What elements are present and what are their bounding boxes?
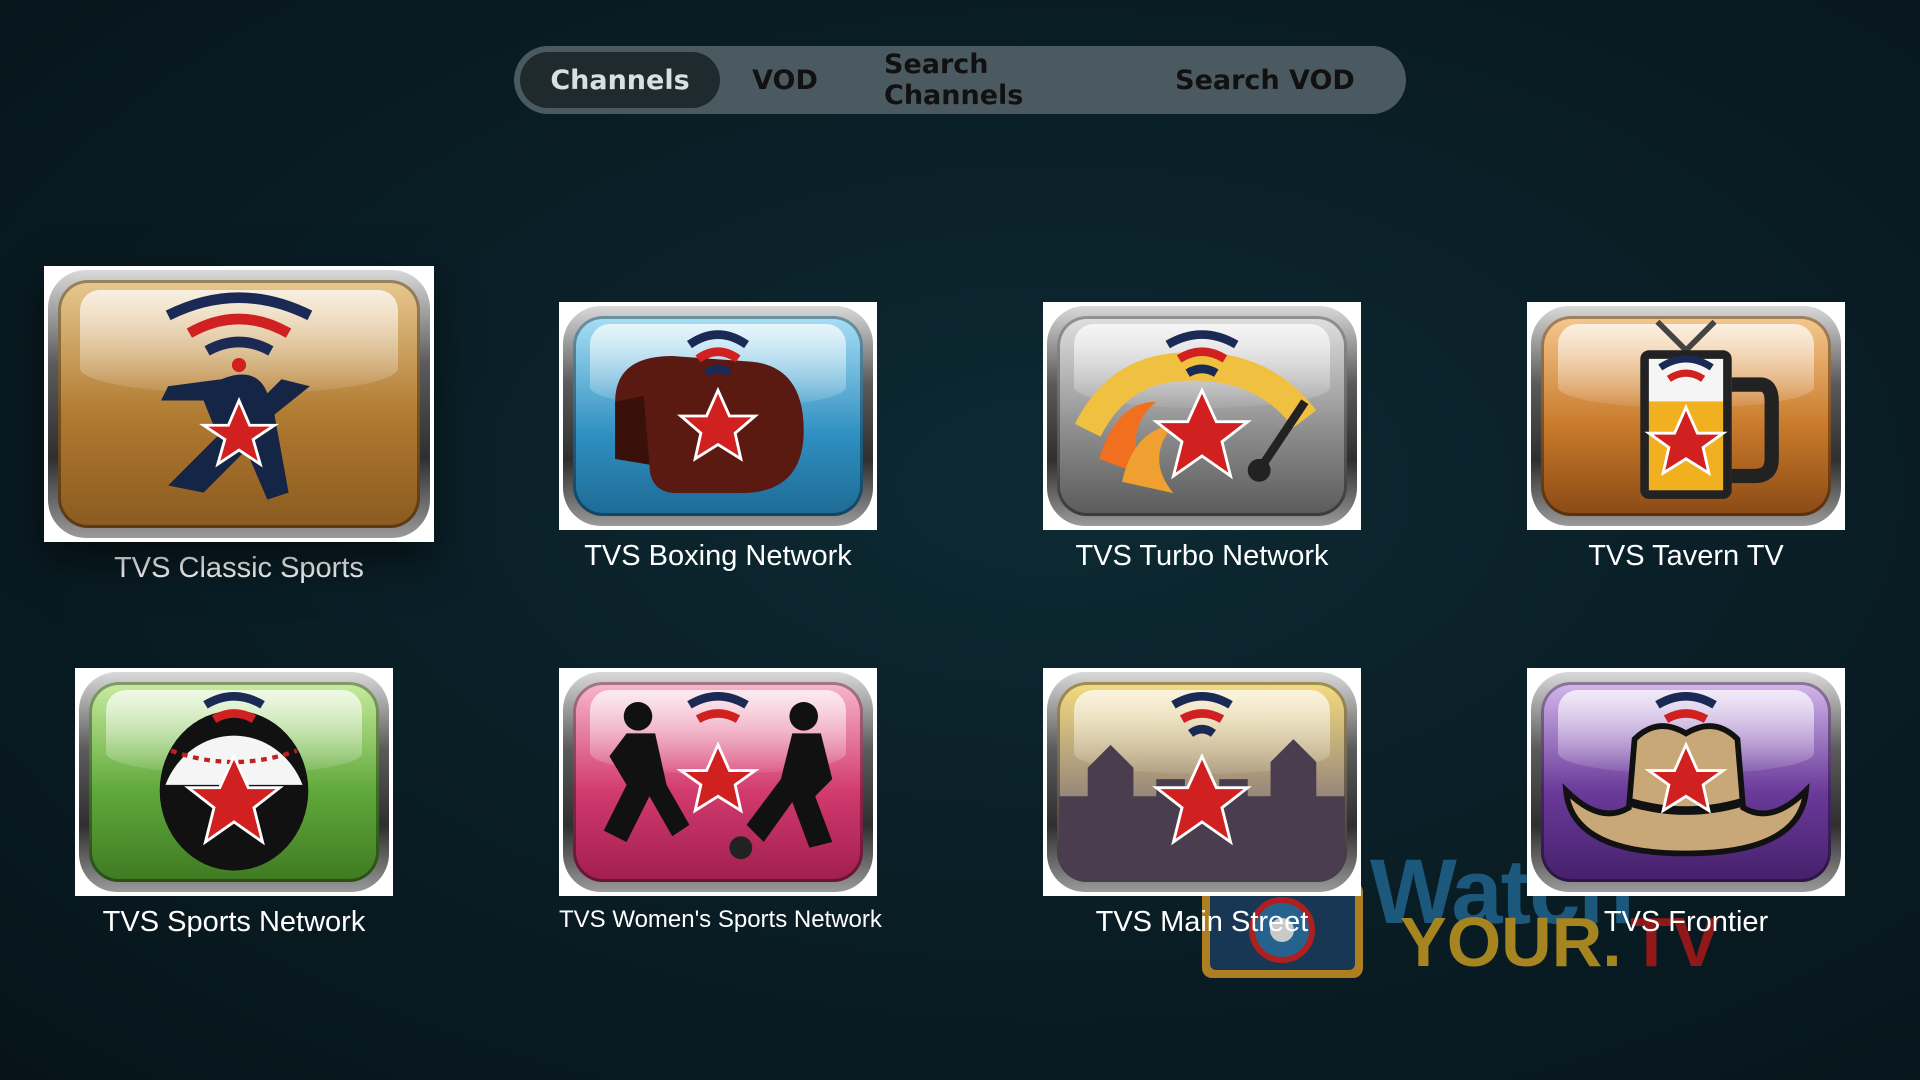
channel-thumbnail	[1527, 302, 1845, 530]
town-skyline-icon	[1057, 682, 1347, 882]
channel-tile-womens-sports-network[interactable]: TVS Women's Sports Network	[559, 668, 882, 934]
tab-vod[interactable]: VOD	[720, 52, 850, 108]
channel-tile-tavern-tv[interactable]: TVS Tavern TV	[1527, 302, 1845, 573]
top-tab-bar: Channels VOD Search Channels Search VOD	[514, 46, 1406, 114]
channel-tile-sports-network[interactable]: TVS Sports Network	[75, 668, 393, 939]
channel-thumbnail	[1527, 668, 1845, 896]
channel-label: TVS Sports Network	[102, 906, 366, 938]
channel-thumbnail	[75, 668, 393, 896]
channel-tile-turbo-network[interactable]: TVS Turbo Network	[1043, 302, 1361, 573]
channel-label: TVS Classic Sports	[114, 552, 364, 584]
channel-tile-frontier[interactable]: TVS Frontier	[1527, 668, 1845, 939]
baseball-soccer-ball-icon	[89, 682, 379, 882]
baseball-pitcher-icon	[58, 280, 420, 528]
channel-label: TVS Tavern TV	[1588, 540, 1784, 572]
channel-thumbnail	[44, 266, 434, 542]
tab-channels[interactable]: Channels	[520, 52, 720, 108]
channel-thumbnail	[1043, 668, 1361, 896]
channel-tile-main-street[interactable]: TVS Main Street	[1043, 668, 1361, 939]
channel-label: TVS Turbo Network	[1075, 540, 1329, 572]
cowboy-hat-icon	[1541, 682, 1831, 882]
female-soccer-players-icon	[573, 682, 863, 882]
tab-search-vod[interactable]: Search VOD	[1140, 52, 1390, 108]
boxing-glove-icon	[573, 316, 863, 516]
channel-label: TVS Boxing Network	[584, 540, 852, 572]
channel-tile-classic-sports[interactable]: TVS Classic Sports	[44, 266, 434, 585]
channel-thumbnail	[559, 668, 877, 896]
channel-thumbnail	[559, 302, 877, 530]
channel-label: TVS Women's Sports Network	[559, 906, 882, 933]
channel-thumbnail	[1043, 302, 1361, 530]
beer-mug-icon	[1541, 316, 1831, 516]
channel-label: TVS Main Street	[1095, 906, 1309, 938]
tab-search-channels[interactable]: Search Channels	[850, 49, 1140, 111]
channel-label: TVS Frontier	[1603, 906, 1769, 938]
speedometer-flame-icon	[1057, 316, 1347, 516]
channel-tile-boxing-network[interactable]: TVS Boxing Network	[559, 302, 877, 573]
